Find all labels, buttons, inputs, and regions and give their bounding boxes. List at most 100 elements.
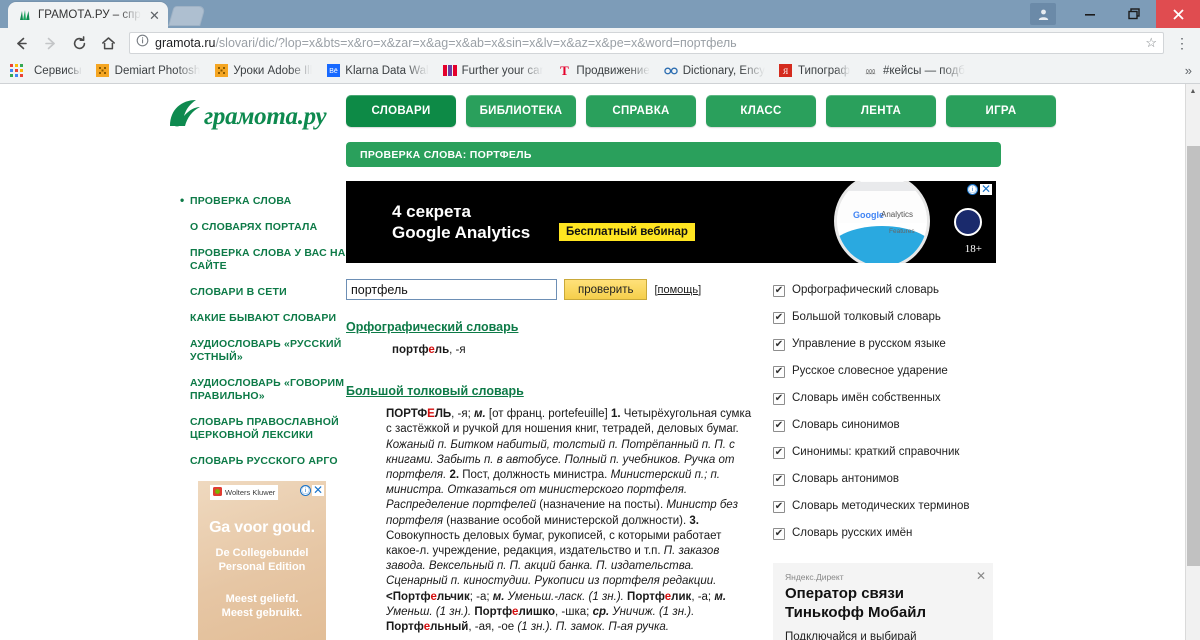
check-mark-icon: ✔: [774, 339, 784, 350]
bookmark-label: Demiart Photosh: [114, 64, 201, 77]
banner-ad-line2: Google Analytics: [392, 223, 531, 242]
person-icon[interactable]: [1030, 3, 1056, 25]
sidebar-item-russkoe-argo[interactable]: СЛОВАРЬ РУССКОГО АРГО: [180, 455, 346, 468]
sidebar-item-kakie-byvayut[interactable]: КАКИЕ БЫВАЮТ СЛОВАРИ: [180, 312, 346, 325]
checkbox-icon[interactable]: ✔: [773, 420, 785, 432]
dictionary-checkbox-6[interactable]: ✔ Синонимы: краткий справочник: [773, 446, 994, 459]
scroll-up-icon[interactable]: ▲: [1186, 84, 1200, 99]
nav-tab-spravka[interactable]: СПРАВКА: [586, 95, 696, 127]
check-mark-icon: ✔: [774, 447, 784, 458]
nav-tab-label: ЛЕНТА: [860, 105, 902, 117]
browser-toolbar: gramota.ru/slovari/dic/?lop=x&bts=x&ro=x…: [0, 28, 1200, 58]
maximize-button[interactable]: [1112, 0, 1156, 28]
check-mark-icon: ✔: [774, 420, 784, 431]
minimize-button[interactable]: [1068, 0, 1112, 28]
window-close-button[interactable]: [1156, 0, 1200, 28]
reload-button[interactable]: [66, 30, 92, 56]
dictionary-checkbox-7[interactable]: ✔ Словарь антонимов: [773, 473, 994, 486]
nav-tab-klass[interactable]: КЛАСС: [706, 95, 816, 127]
nav-tab-label: СЛОВАРИ: [371, 105, 431, 117]
chrome-menu-icon[interactable]: ⋮: [1172, 35, 1192, 52]
left-sidebar: ПРОВЕРКА СЛОВА О СЛОВАРЯХ ПОРТАЛА ПРОВЕР…: [168, 181, 346, 640]
sidebar-item-pravoslavnaya-leksika[interactable]: СЛОВАРЬ ПРАВОСЛАВНОЙ ЦЕРКОВНОЙ ЛЕКСИКИ: [180, 416, 346, 442]
bts-dictionary-link[interactable]: Большой толковый словарь: [346, 384, 524, 398]
yandex-direct-ad[interactable]: Яндекс.Директ Оператор связи Тинькофф Мо…: [773, 563, 993, 640]
dictionary-checkbox-8[interactable]: ✔ Словарь методических терминов: [773, 500, 994, 513]
bookmark-item-8[interactable]: ⅏ #кейсы — подб: [857, 61, 972, 81]
bts-sense1-num: 1.: [610, 408, 621, 421]
check-word-button[interactable]: проверить: [564, 279, 648, 300]
dictionary-checkbox-9[interactable]: ✔ Словарь русских имён: [773, 527, 994, 540]
checkbox-icon[interactable]: ✔: [773, 474, 785, 486]
checkbox-icon[interactable]: ✔: [773, 312, 785, 324]
sidebar-item-slovari-v-seti[interactable]: СЛОВАРИ В СЕТИ: [180, 286, 346, 299]
home-button[interactable]: [95, 30, 121, 56]
sidebar-item-audio-russkiy-ustnyi[interactable]: АУДИОСЛОВАРЬ «РУССКИЙ УСТНЫЙ»: [180, 338, 346, 364]
dictionary-filter-list: ✔ Орфографический словарь ✔ Большой толк…: [754, 279, 994, 640]
banner-ad[interactable]: 4 секрета Google Analytics Бесплатный ве…: [346, 181, 996, 263]
svg-text:Bē: Bē: [329, 68, 338, 75]
sidebar-item-proverka-na-saite[interactable]: ПРОВЕРКА СЛОВА У ВАС НА САЙТЕ: [180, 247, 346, 273]
page-scrollbar[interactable]: ▲: [1185, 84, 1200, 640]
checkbox-icon[interactable]: ✔: [773, 366, 785, 378]
bookmark-item-5[interactable]: T Продвижение: [550, 61, 656, 81]
dictionary-checkbox-0[interactable]: ✔ Орфографический словарь: [773, 284, 994, 297]
ad-close-icon[interactable]: ✕: [976, 569, 986, 583]
bookmark-item-7[interactable]: Я Типограф: [772, 61, 857, 81]
bookmark-item-2[interactable]: Уроки Adobe Ill: [207, 61, 319, 81]
ad-close-icon[interactable]: ✕: [979, 183, 992, 195]
bookmark-item-3[interactable]: Bē Klarna Data Wal: [319, 61, 435, 81]
sidebar-item-o-slovaryah[interactable]: О СЛОВАРЯХ ПОРТАЛА: [180, 221, 346, 234]
browser-tab[interactable]: ГРАМОТА.РУ – спра ✕: [8, 2, 168, 28]
dictionary-checkbox-3[interactable]: ✔ Русское словесное ударение: [773, 365, 994, 378]
bookmark-item-6[interactable]: Dictionary, Ency: [657, 61, 772, 81]
back-button[interactable]: [8, 30, 34, 56]
checkbox-icon[interactable]: ✔: [773, 339, 785, 351]
help-link[interactable]: [помощь]: [654, 284, 701, 296]
dictionary-checkbox-4[interactable]: ✔ Словарь имён собственных: [773, 392, 994, 405]
checkbox-icon[interactable]: ✔: [773, 447, 785, 459]
search-input[interactable]: [346, 279, 557, 300]
address-bar[interactable]: gramota.ru/slovari/dic/?lop=x&bts=x&ro=x…: [129, 32, 1164, 54]
banner-ad-cta[interactable]: Бесплатный вебинар: [559, 223, 695, 241]
banner-ad-thumbnail: Google Analytics Features: [834, 181, 930, 263]
banner-ad-line1: 4 секрета: [392, 202, 471, 221]
bookmark-label: Dictionary, Ency: [682, 64, 765, 77]
scrollbar-thumb[interactable]: [1187, 146, 1200, 566]
dictionary-checkbox-1[interactable]: ✔ Большой толковый словарь: [773, 311, 994, 324]
nav-tab-biblioteka[interactable]: БИБЛИОТЕКА: [466, 95, 576, 127]
nav-tab-igra[interactable]: ИГРА: [946, 95, 1056, 127]
search-row: проверить [помощь]: [346, 279, 754, 300]
sidebar-item-proverka-slova[interactable]: ПРОВЕРКА СЛОВА: [180, 194, 346, 208]
dictionary-checkbox-2[interactable]: ✔ Управление в русском языке: [773, 338, 994, 351]
bookmarks-overflow-icon[interactable]: »: [1185, 63, 1192, 78]
bookmark-item-1[interactable]: Demiart Photosh: [89, 61, 208, 81]
dictionary-label: Словарь синонимов: [792, 419, 900, 431]
left-ad-brandbar: Wolters Kluwer: [210, 485, 279, 500]
bookmark-star-icon[interactable]: ☆: [1145, 35, 1157, 51]
left-sidebar-ad[interactable]: Wolters Kluwer ⓘ ✕ Ga voor goud. De Coll…: [198, 481, 326, 640]
ad-info-icon[interactable]: ⓘ: [966, 184, 978, 195]
bts-sense2-par: (назначение на посты).: [536, 499, 667, 512]
red-square-icon: Я: [779, 64, 793, 78]
checkbox-icon[interactable]: ✔: [773, 501, 785, 513]
apps-grid-icon[interactable]: [6, 61, 27, 81]
checkbox-icon[interactable]: ✔: [773, 285, 785, 297]
checkbox-icon[interactable]: ✔: [773, 528, 785, 540]
ortho-dictionary-link[interactable]: Орфографический словарь: [346, 320, 518, 334]
nav-tab-slovari[interactable]: СЛОВАРИ: [346, 95, 456, 127]
checkbox-icon[interactable]: ✔: [773, 393, 785, 405]
ad-info-icon[interactable]: ⓘ: [299, 485, 311, 496]
check-mark-icon: ✔: [774, 366, 784, 377]
new-tab-button[interactable]: [168, 6, 206, 26]
dictionary-checkbox-5[interactable]: ✔ Словарь синонимов: [773, 419, 994, 432]
page-info-icon[interactable]: [136, 34, 149, 52]
ad-close-icon[interactable]: ✕: [311, 484, 324, 496]
bookmark-item-4[interactable]: Further your car: [436, 61, 551, 81]
site-logo[interactable]: грамота.ру: [168, 95, 346, 134]
bookmark-item-0[interactable]: Сервисы: [27, 61, 89, 81]
sidebar-item-audio-govorim-pravilno[interactable]: АУДИОСЛОВАРЬ «ГОВОРИМ ПРАВИЛЬНО»: [180, 377, 346, 403]
nav-tab-lenta[interactable]: ЛЕНТА: [826, 95, 936, 127]
sidebar-item-label: СЛОВАРЬ РУССКОГО АРГО: [190, 455, 338, 467]
close-icon[interactable]: ✕: [147, 8, 162, 23]
